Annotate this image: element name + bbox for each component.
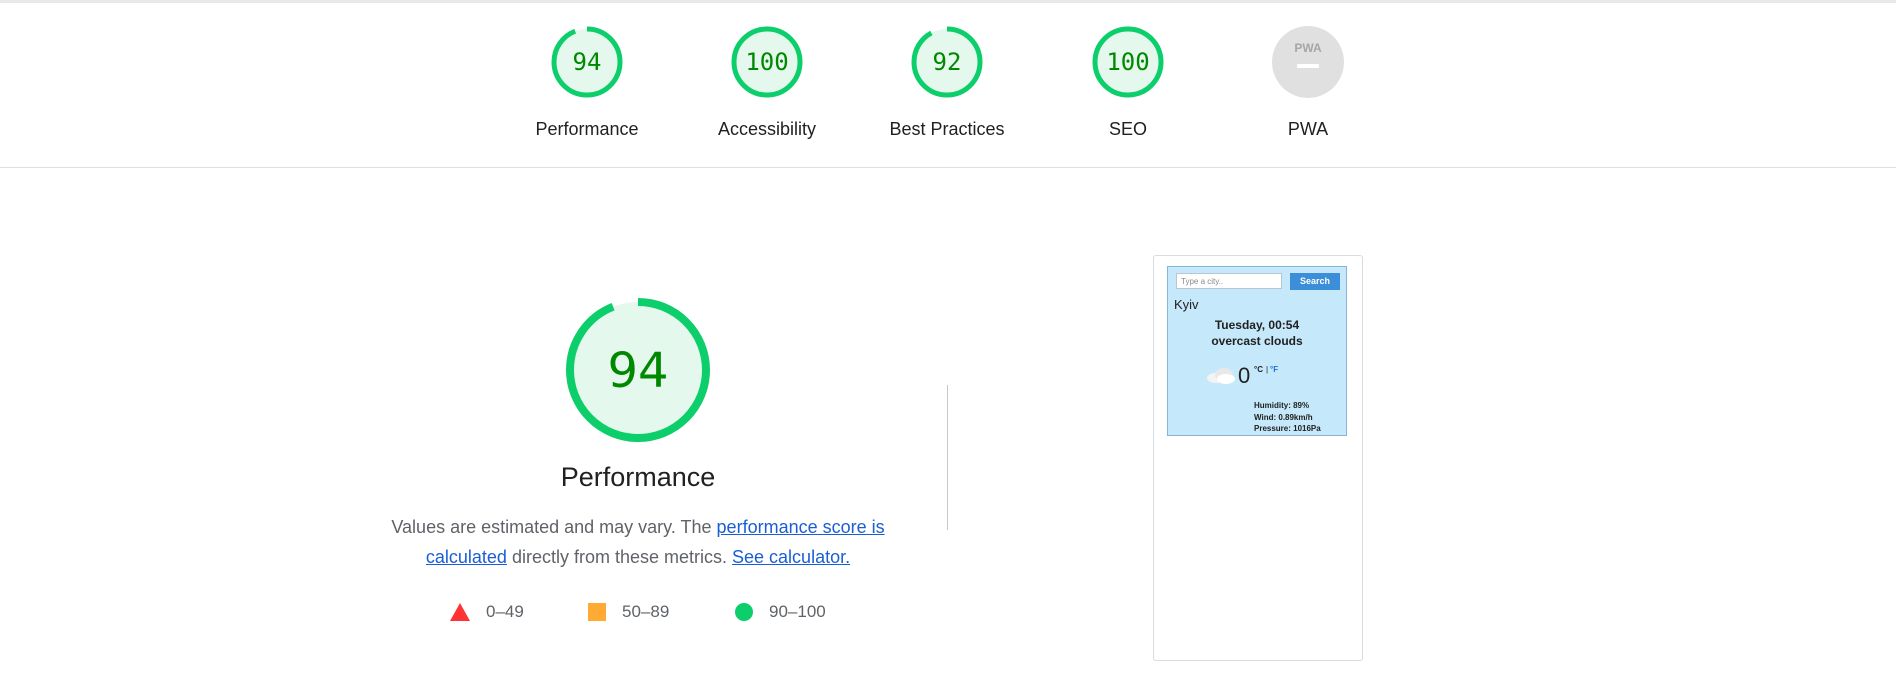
pwa-badge-text: PWA xyxy=(1294,41,1322,55)
gauge-ring: 94 xyxy=(551,26,623,98)
description-text: directly from these metrics. xyxy=(506,547,733,567)
weather-conditions: overcast clouds xyxy=(1211,334,1303,348)
gauge-label: Performance xyxy=(535,119,639,139)
day-time: Tuesday, 00:54 xyxy=(1214,318,1300,332)
legend-range: 90–100 xyxy=(769,602,826,621)
legend-item-fail: 0–49 xyxy=(450,602,524,622)
description-text: Values are estimated and may vary. The xyxy=(391,517,717,537)
triangle-icon xyxy=(450,603,470,621)
final-screenshot[interactable]: Type a city.. Search Kyiv Tuesday, 00:54… xyxy=(1153,255,1363,661)
performance-description: Values are estimated and may vary. The p… xyxy=(380,512,896,572)
pressure: Pressure: 1016Pa xyxy=(1254,424,1321,433)
pwa-badge-icon: PWA xyxy=(1272,26,1344,98)
unit-celsius: °C xyxy=(1254,365,1263,374)
gauge-performance[interactable]: 94 Performance xyxy=(517,25,657,155)
section-divider xyxy=(947,385,948,530)
humidity: Humidity: 89% xyxy=(1254,401,1310,410)
category-gauges: 94 Performance 100 Accessibility 92 Best… xyxy=(0,3,1896,168)
search-input: Type a city.. xyxy=(1176,273,1282,289)
performance-score: 94 xyxy=(607,343,668,399)
performance-score-gauge: 94 xyxy=(566,298,710,442)
gauge-pwa[interactable]: PWA PWA xyxy=(1238,25,1378,155)
gauge-score: 92 xyxy=(933,48,962,76)
cloud-icon xyxy=(1207,368,1235,384)
gauge-seo[interactable]: 100 SEO xyxy=(1058,25,1198,155)
gauge-score: 100 xyxy=(745,48,788,76)
gauge-label: SEO xyxy=(1108,119,1147,139)
legend-item-pass: 90–100 xyxy=(735,602,826,622)
unit-fahrenheit-link: °F xyxy=(1270,365,1279,374)
performance-title: Performance xyxy=(560,462,716,492)
weather-details: Humidity: 89% Wind: 0.89km/h Pressure: 1… xyxy=(1254,400,1321,435)
city-name: Kyiv xyxy=(1174,297,1199,312)
pwa-dash-icon xyxy=(1297,64,1319,68)
circle-icon xyxy=(735,603,753,621)
legend-range: 50–89 xyxy=(622,602,670,621)
pwa-badge-fill xyxy=(1272,26,1344,98)
gauge-label: Best Practices xyxy=(889,119,1005,139)
wind: Wind: 0.89km/h xyxy=(1254,412,1313,422)
legend-range: 0–49 xyxy=(486,602,524,621)
weather-app-preview: Type a city.. Search Kyiv Tuesday, 00:54… xyxy=(1167,266,1347,436)
unit-separator: | xyxy=(1266,365,1269,374)
gauge-score: 94 xyxy=(573,48,602,76)
square-icon xyxy=(588,603,606,621)
gauge-best-practices[interactable]: 92 Best Practices xyxy=(877,25,1017,155)
search-button: Search xyxy=(1290,273,1340,290)
legend-item-average: 50–89 xyxy=(588,602,669,622)
gauge-ring: 100 xyxy=(1092,26,1164,98)
gauge-accessibility[interactable]: 100 Accessibility xyxy=(697,25,837,155)
gauge-label: Accessibility xyxy=(717,119,817,139)
gauge-label: PWA xyxy=(1287,119,1329,139)
see-calculator-link[interactable]: See calculator. xyxy=(732,547,850,567)
gauge-score: 100 xyxy=(1106,48,1149,76)
gauge-ring: 100 xyxy=(731,26,803,98)
gauge-ring: 92 xyxy=(911,26,983,98)
temperature: 0 xyxy=(1238,363,1251,388)
